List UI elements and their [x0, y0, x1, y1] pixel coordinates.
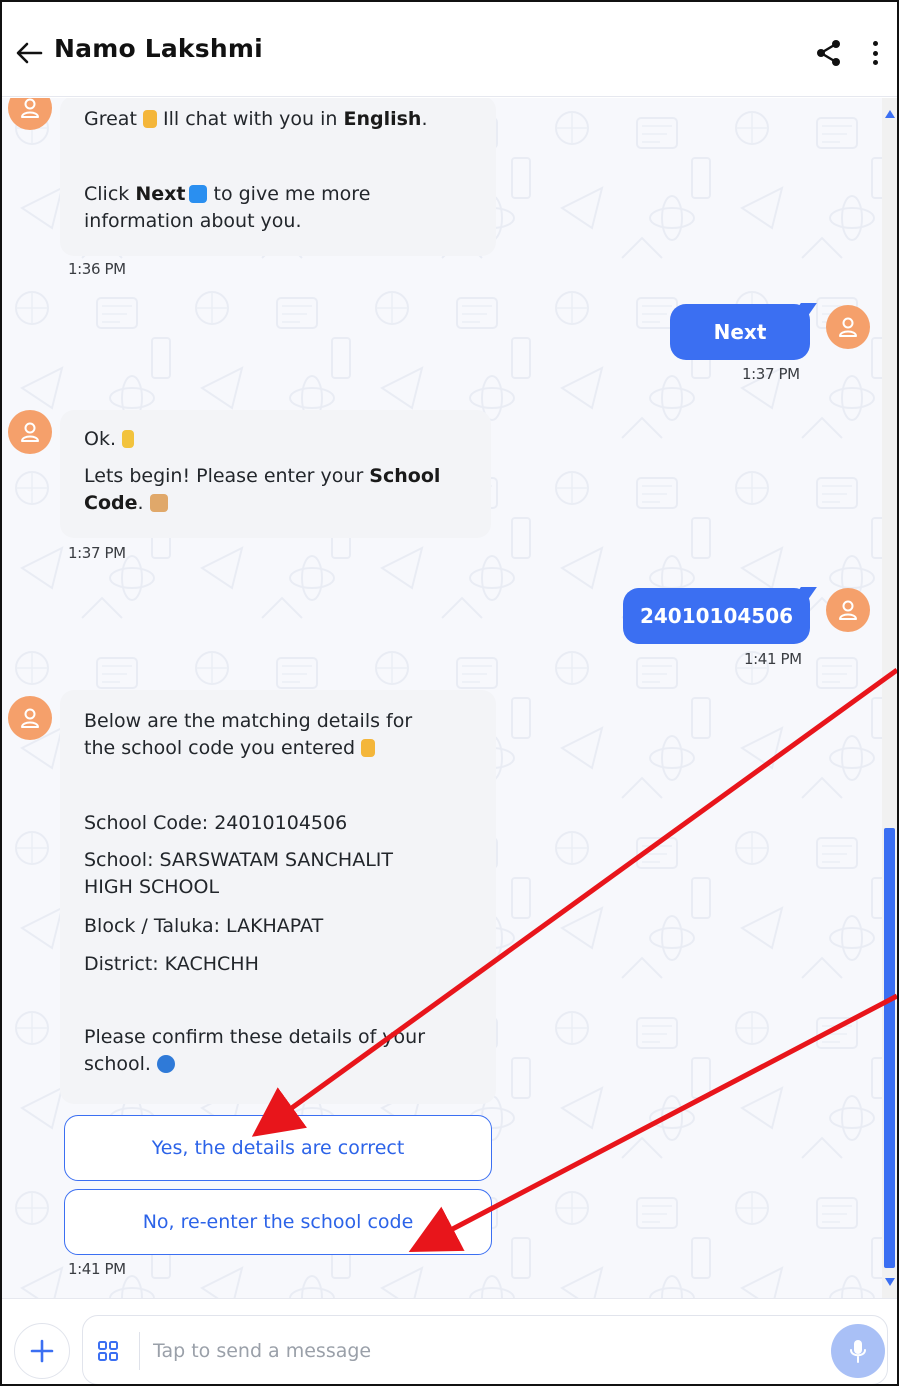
- hand-wave-icon: [122, 430, 135, 448]
- bot-message-bubble: Below are the matching details for the s…: [60, 690, 496, 1104]
- chat-scroll-area[interactable]: Great Ill chat with you in English. Clic…: [2, 98, 882, 1298]
- pointing-down-icon: [361, 739, 376, 757]
- bot-avatar: [8, 696, 52, 740]
- user-icon: [21, 708, 39, 728]
- message-bold-text: School: [369, 465, 441, 487]
- message-text: Ok.: [84, 428, 123, 450]
- message-line: Below are the matching details for: [84, 710, 413, 732]
- plus-icon: [30, 1339, 54, 1363]
- more-vertical-dot: [872, 50, 878, 56]
- message-input-container: [82, 1315, 888, 1384]
- bot-avatar: [8, 410, 52, 454]
- message-text: the school code you entered: [84, 737, 362, 759]
- message-bold-text: English: [343, 108, 422, 130]
- message-text: Lets begin! Please enter your: [84, 465, 370, 487]
- school-name-line: School: SARSWATAM SANCHALIT: [84, 849, 393, 871]
- more-options-button[interactable]: [862, 38, 888, 68]
- message-text: to give me more: [207, 183, 371, 205]
- back-button[interactable]: [14, 38, 44, 68]
- reenter-school-code-button[interactable]: No, re-enter the school code: [64, 1189, 492, 1255]
- user-avatar: [826, 588, 870, 632]
- user-icon: [21, 98, 39, 118]
- school-icon: [149, 494, 168, 512]
- message-text: school.: [84, 1053, 157, 1075]
- message-text: .: [137, 492, 150, 514]
- chat-scrollbar[interactable]: [882, 98, 897, 1298]
- message-bold-text: Next: [135, 183, 186, 205]
- app-window: Namo Lakshmi Great Ill chat with you in …: [0, 0, 899, 1386]
- message-timestamp: 1:36 PM: [68, 260, 126, 278]
- message-timestamp: 1:41 PM: [744, 650, 802, 668]
- more-vertical-icon: [872, 41, 878, 46]
- message-timestamp: 1:37 PM: [68, 544, 126, 562]
- chat-header: Namo Lakshmi: [2, 2, 897, 97]
- confirm-details-button[interactable]: Yes, the details are correct: [64, 1115, 492, 1181]
- message-text: .: [421, 108, 428, 130]
- school-code-line: School Code: 24010104506: [84, 812, 348, 834]
- bot-message-bubble: Great Ill chat with you in English. Clic…: [60, 98, 496, 256]
- share-button[interactable]: [814, 38, 844, 68]
- bot-message-bubble: Ok. Lets begin! Please enter your School…: [60, 410, 491, 538]
- message-line: school.: [84, 1051, 472, 1078]
- message-timestamp: 1:37 PM: [742, 365, 800, 383]
- more-vertical-dot: [872, 60, 878, 65]
- message-line: Code.: [84, 490, 467, 517]
- message-bold-text: Code: [84, 492, 138, 514]
- microphone-icon: [850, 1340, 866, 1363]
- user-message-bubble: 24010104506: [623, 588, 810, 644]
- district-line: District: KACHCHH: [84, 953, 259, 975]
- user-icon: [839, 600, 857, 620]
- message-input[interactable]: [153, 1330, 813, 1372]
- message-text: Great: [84, 108, 143, 130]
- message-line: Lets begin! Please enter your School: [84, 463, 467, 490]
- input-divider: [139, 1332, 140, 1370]
- thumbs-up-icon: [142, 110, 157, 128]
- school-name-line: HIGH SCHOOL: [84, 876, 220, 898]
- message-text: 24010104506: [639, 604, 794, 628]
- scroll-down-arrow-icon[interactable]: [885, 1278, 895, 1286]
- message-text: Click: [84, 183, 136, 205]
- message-line: Click Next to give me more: [84, 181, 472, 208]
- voice-input-button[interactable]: [831, 1324, 885, 1378]
- attach-button[interactable]: [14, 1323, 70, 1379]
- grid-icon: [98, 1341, 118, 1361]
- scroll-up-arrow-icon[interactable]: [885, 110, 895, 118]
- message-line: the school code you entered: [84, 735, 472, 762]
- chat-title: Namo Lakshmi: [54, 34, 263, 63]
- message-line: information about you.: [84, 210, 302, 232]
- user-icon: [21, 422, 39, 442]
- message-text: Next: [713, 320, 767, 344]
- user-avatar: [826, 305, 870, 349]
- quick-menu-button[interactable]: [97, 1340, 119, 1362]
- user-icon: [839, 317, 857, 337]
- share-icon: [817, 40, 840, 66]
- magnifier-icon: [157, 1055, 175, 1073]
- message-line: Ok.: [84, 426, 467, 453]
- arrow-left-icon: [16, 42, 43, 64]
- block-taluka-line: Block / Taluka: LAKHAPAT: [84, 915, 324, 937]
- message-text: Ill chat with you in: [156, 108, 344, 130]
- message-composer: [2, 1298, 897, 1384]
- user-message-bubble: Next: [670, 304, 810, 360]
- scrollbar-thumb[interactable]: [884, 828, 895, 1268]
- message-line: Great Ill chat with you in English.: [84, 106, 472, 133]
- message-timestamp: 1:41 PM: [68, 1260, 126, 1278]
- arrow-right-icon: [189, 185, 208, 203]
- message-line: Please confirm these details of your: [84, 1026, 426, 1048]
